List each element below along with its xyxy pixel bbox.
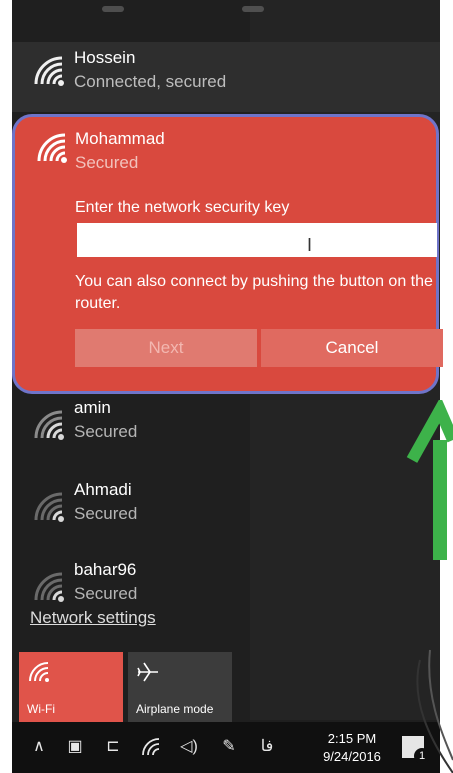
cancel-button[interactable]: Cancel [261, 329, 443, 367]
network-status: Connected, secured [74, 72, 227, 91]
chevron-up-icon[interactable]: ∧ [28, 736, 50, 758]
display-icon[interactable]: ▣ [64, 736, 86, 758]
wifi-icon [34, 410, 64, 440]
wifi-tile-label: Wi-Fi [27, 702, 55, 716]
push-button-hint: You can also connect by pushing the butt… [75, 273, 433, 312]
network-status: Secured [74, 504, 138, 523]
network-name: Hossein [74, 48, 136, 67]
security-key-prompt: Enter the network security key [75, 199, 290, 216]
wifi-tile[interactable]: Wi-Fi [19, 652, 123, 722]
airplane-mode-tile[interactable]: Airplane mode [128, 652, 232, 722]
network-item-bahar96[interactable]: bahar96 Secured [12, 558, 440, 608]
wifi-icon [34, 492, 64, 522]
wifi-icon [37, 133, 67, 163]
network-item-mohammad-expanded[interactable]: Mohammad Secured Enter the network secur… [12, 114, 443, 394]
airplane-icon [137, 662, 158, 682]
speaker-icon[interactable]: ◁) [178, 736, 200, 758]
green-arrow-drawing [406, 400, 453, 773]
wifi-icon [29, 662, 49, 682]
next-button[interactable]: Next [75, 329, 257, 367]
network-name: Ahmadi [74, 480, 132, 499]
wifi-icon [34, 572, 64, 602]
clock-date: 9/24/2016 [323, 749, 381, 764]
clock-time: 2:15 PM [327, 731, 377, 746]
network-settings-link[interactable]: Network settings [30, 608, 156, 628]
wifi-icon[interactable] [140, 736, 162, 758]
pen-icon[interactable]: ✎ [218, 736, 240, 758]
top-hint [82, 0, 282, 18]
taskbar: ∧ ▣ ⊏ ◁) ✎ فا 2:15 PM 9/24/2016 1 [12, 722, 440, 773]
network-name: bahar96 [74, 560, 137, 579]
network-name: Mohammad [75, 129, 165, 148]
security-key-input[interactable] [77, 223, 437, 257]
language-indicator[interactable]: فا [256, 736, 278, 758]
network-status: Secured [74, 422, 138, 441]
clock[interactable]: 2:15 PM 9/24/2016 [312, 730, 392, 766]
airplane-tile-label: Airplane mode [136, 702, 214, 716]
power-plug-icon[interactable]: ⊏ [102, 736, 124, 758]
network-item-hossein[interactable]: Hossein Connected, secured [12, 42, 440, 112]
network-item-amin[interactable]: amin Secured [12, 396, 440, 472]
network-item-ahmadi[interactable]: Ahmadi Secured [12, 478, 440, 554]
wifi-icon [34, 56, 64, 86]
network-status: Secured [75, 153, 139, 172]
network-name: amin [74, 398, 111, 417]
text-cursor-icon: I [307, 235, 313, 255]
network-status: Secured [74, 584, 138, 603]
